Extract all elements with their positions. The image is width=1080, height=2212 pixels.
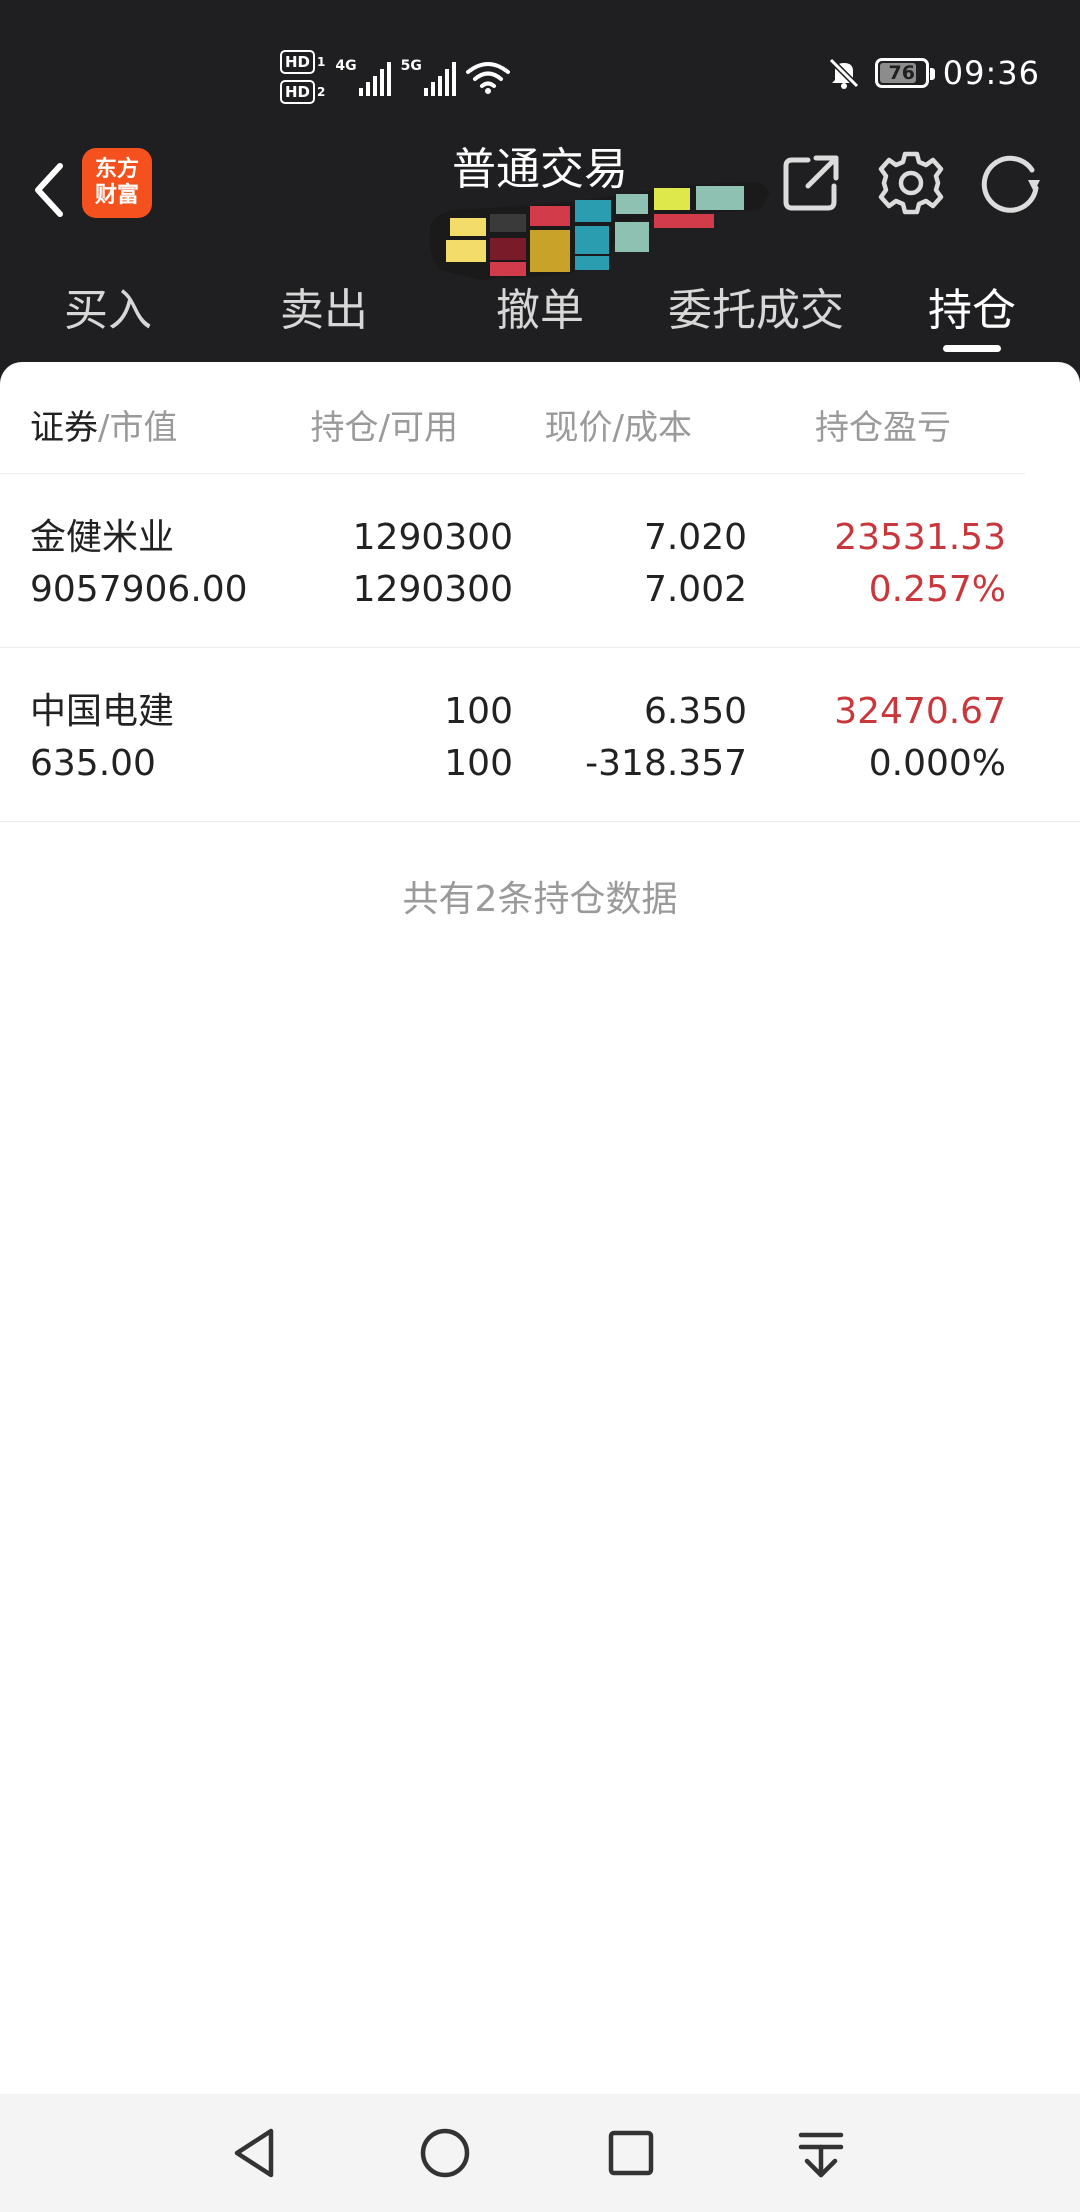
signal-4g: 4G bbox=[335, 58, 391, 96]
share-button[interactable] bbox=[776, 148, 846, 218]
sim2-number: 2 bbox=[317, 85, 326, 99]
battery-icon: 76 bbox=[874, 58, 935, 88]
header-price: 现价/成本 bbox=[544, 408, 692, 448]
table-row[interactable]: 中国电建 635.00 100 100 6.350 -318.357 32470… bbox=[0, 648, 1080, 822]
sim1-badge: HD 1 bbox=[280, 50, 325, 74]
positions-panel: 证券/市值 持仓/可用 现价/成本 持仓盈亏 金健米业 9057906.00 1… bbox=[0, 362, 1080, 2094]
sim1-number: 1 bbox=[317, 55, 326, 69]
refresh-button[interactable] bbox=[978, 148, 1048, 218]
position-pnl-pct: 0.257% bbox=[868, 569, 1006, 610]
signal-bars-icon bbox=[423, 62, 456, 96]
header-security-sub: /市值 bbox=[98, 408, 178, 448]
signal-bars-icon bbox=[358, 62, 391, 96]
settings-button[interactable] bbox=[876, 148, 946, 218]
status-right: 76 09:36 bbox=[827, 48, 1040, 98]
available-qty: 100 bbox=[444, 743, 513, 784]
position-pnl-pct: 0.000% bbox=[868, 743, 1006, 784]
pull-down-icon bbox=[798, 2132, 844, 2178]
cost-price: -318.357 bbox=[585, 743, 747, 784]
header-security-main: 证券 bbox=[30, 408, 98, 448]
tab-buy[interactable]: 买入 bbox=[0, 270, 216, 360]
sim1-hd-label: HD bbox=[280, 50, 316, 74]
tab-buy-label: 买入 bbox=[64, 285, 152, 336]
sim2-hd-label: HD bbox=[280, 80, 316, 104]
app-header: 东方 财富 普通交易 bbox=[0, 140, 1080, 280]
signal-5g: 5G bbox=[401, 58, 456, 96]
holding-qty: 1290300 bbox=[352, 517, 513, 558]
positions-table-header: 证券/市值 持仓/可用 现价/成本 持仓盈亏 bbox=[0, 362, 1025, 474]
positions-count-note: 共有2条持仓数据 bbox=[402, 879, 678, 920]
available-qty: 1290300 bbox=[352, 569, 513, 610]
status-left: HD 1 HD 2 4G 5G bbox=[280, 44, 510, 110]
tab-orders-trades-label: 委托成交 bbox=[668, 285, 844, 336]
active-tab-indicator bbox=[943, 345, 1001, 352]
status-time: 09:36 bbox=[942, 54, 1040, 92]
nav-home-button[interactable] bbox=[410, 2118, 480, 2188]
header-security: 证券/市值 bbox=[30, 400, 177, 449]
circle-home-icon bbox=[420, 2128, 470, 2178]
market-value: 9057906.00 bbox=[30, 569, 248, 610]
sim2-badge: HD 2 bbox=[280, 80, 325, 104]
cost-price: 7.002 bbox=[643, 569, 747, 610]
position-pnl: 32470.67 bbox=[834, 691, 1006, 732]
table-row[interactable]: 金健米业 9057906.00 1290300 1290300 7.020 7.… bbox=[0, 474, 1080, 648]
battery-level: 76 bbox=[888, 62, 915, 84]
nav-recents-button[interactable] bbox=[596, 2118, 666, 2188]
network-5g-label: 5G bbox=[400, 58, 422, 74]
sim-indicators: HD 1 HD 2 bbox=[280, 50, 325, 104]
tab-cancel-order[interactable]: 撤单 bbox=[432, 270, 648, 360]
tab-orders-trades[interactable]: 委托成交 bbox=[648, 270, 864, 360]
bell-muted-icon bbox=[828, 57, 859, 89]
current-price: 6.350 bbox=[643, 691, 747, 732]
refresh-icon bbox=[981, 155, 1040, 213]
square-recents-icon bbox=[608, 2130, 654, 2176]
position-pnl: 23531.53 bbox=[834, 517, 1006, 558]
gear-icon bbox=[878, 151, 944, 215]
holding-qty: 100 bbox=[444, 691, 513, 732]
tab-sell-label: 卖出 bbox=[280, 285, 368, 336]
nav-notifications-button[interactable] bbox=[786, 2118, 856, 2188]
tab-positions[interactable]: 持仓 bbox=[864, 270, 1080, 360]
header-pnl: 持仓盈亏 bbox=[815, 408, 951, 448]
status-bar: HD 1 HD 2 4G 5G 76 09:36 bbox=[0, 0, 1080, 140]
current-price: 7.020 bbox=[643, 517, 747, 558]
market-value: 635.00 bbox=[30, 743, 156, 784]
security-name: 金健米业 bbox=[30, 517, 175, 558]
security-name: 中国电建 bbox=[30, 691, 175, 732]
system-nav-bar bbox=[0, 2094, 1080, 2212]
network-4g-label: 4G bbox=[335, 58, 357, 74]
tab-sell[interactable]: 卖出 bbox=[216, 270, 432, 360]
header-holding: 持仓/可用 bbox=[310, 408, 458, 448]
triangle-back-icon bbox=[234, 2128, 274, 2178]
trade-tabs: 买入 卖出 撤单 委托成交 持仓 bbox=[0, 270, 1080, 360]
tab-cancel-order-label: 撤单 bbox=[496, 285, 584, 336]
tab-positions-label: 持仓 bbox=[928, 285, 1016, 336]
nav-back-button[interactable] bbox=[220, 2118, 290, 2188]
share-icon bbox=[783, 155, 839, 211]
wifi-icon bbox=[465, 62, 510, 94]
